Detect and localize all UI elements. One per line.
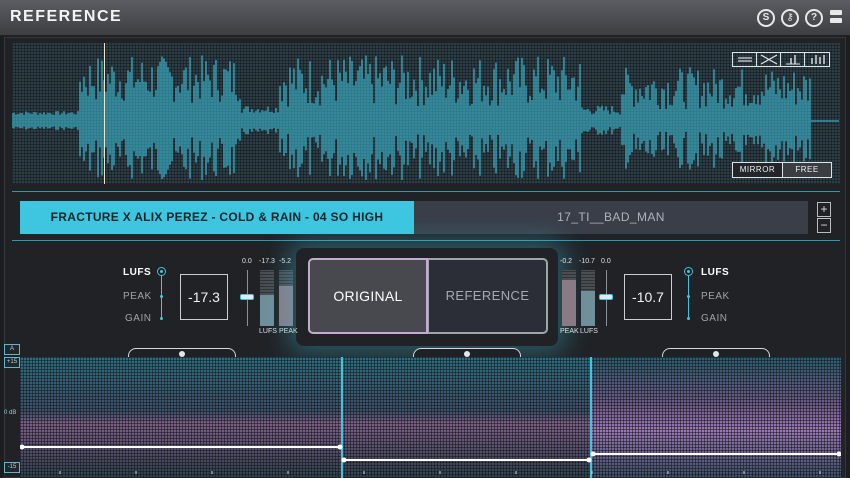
- reference-button[interactable]: REFERENCE: [428, 258, 548, 334]
- key-icon[interactable]: ⚷: [781, 9, 799, 27]
- track-original[interactable]: FRACTURE X ALIX PEREZ - COLD & RAIN - 04…: [20, 201, 414, 234]
- left-meter-label-lufs: LUFS: [259, 328, 277, 335]
- playhead[interactable]: [104, 43, 105, 184]
- left-mode-peak[interactable]: PEAK: [123, 291, 152, 302]
- left-level-value[interactable]: -17.3: [180, 274, 228, 320]
- left-gain-scale: 0.0: [242, 258, 252, 265]
- left-meter-value-peak: -5.2: [279, 258, 292, 265]
- remove-track-button[interactable]: −: [817, 218, 831, 233]
- left-gain-slider[interactable]: [240, 294, 254, 300]
- waveform-display: [12, 55, 839, 180]
- help-icon[interactable]: ?: [805, 9, 823, 27]
- small-bars-icon[interactable]: [781, 53, 805, 66]
- title-bar: REFERENCE S ⚷ ?: [0, 0, 850, 36]
- left-mode-selector[interactable]: [157, 267, 166, 276]
- right-mode-dot: [687, 295, 690, 298]
- left-mode-dot: [160, 295, 163, 298]
- divider: [12, 191, 840, 192]
- lane-point: [586, 457, 592, 463]
- match-lanes[interactable]: [20, 357, 841, 478]
- scale-bottom-label: -15: [4, 462, 20, 473]
- add-track-button[interactable]: +: [817, 202, 831, 217]
- free-button[interactable]: FREE: [783, 163, 831, 177]
- waveform-panel[interactable]: [12, 43, 840, 184]
- track-reference[interactable]: 17_TI__BAD_MAN: [414, 201, 808, 234]
- right-mode-peak[interactable]: PEAK: [701, 291, 730, 302]
- right-level-value[interactable]: -10.7: [624, 274, 672, 320]
- right-meter-label-lufs: LUFS: [580, 328, 598, 335]
- scale-top-label: +15: [4, 357, 20, 368]
- lane-point: [341, 457, 347, 463]
- right-lufs-meter: [581, 270, 595, 326]
- right-mode-gain[interactable]: GAIN: [701, 313, 727, 324]
- large-bars-icon[interactable]: [805, 53, 829, 66]
- left-mode-dot: [160, 317, 163, 320]
- menu-icon[interactable]: [830, 10, 842, 24]
- right-meter-value-peak: -0.2: [560, 258, 573, 265]
- align-view-icon[interactable]: [733, 53, 757, 66]
- left-meter-value-lufs: -17.3: [259, 258, 275, 265]
- waveform-view-buttons: [732, 52, 830, 67]
- left-meter-label-peak: PEAK: [279, 328, 298, 335]
- lane-point: [590, 451, 596, 457]
- right-meter-label-peak: PEAK: [560, 328, 579, 335]
- left-mode-gain[interactable]: GAIN: [125, 313, 151, 324]
- divider: [12, 240, 840, 241]
- right-gain-scale: 0.0: [601, 258, 611, 265]
- lane-point: [337, 444, 343, 450]
- right-meter-value-lufs: -10.7: [579, 258, 595, 265]
- right-mode-lufs[interactable]: LUFS: [701, 267, 729, 278]
- zero-db-label: 0 dB: [4, 410, 17, 416]
- waveform-mode-buttons: MIRROR FREE: [732, 162, 832, 178]
- app-title: REFERENCE: [10, 8, 123, 25]
- s-icon[interactable]: S: [757, 9, 775, 27]
- right-peak-meter: [562, 270, 576, 326]
- left-peak-meter: [279, 270, 293, 326]
- right-mode-dot: [687, 317, 690, 320]
- left-mode-lufs[interactable]: LUFS: [123, 267, 151, 278]
- right-mode-selector[interactable]: [684, 267, 693, 276]
- right-gain-slider[interactable]: [599, 294, 613, 300]
- left-lufs-meter: [260, 270, 274, 326]
- cross-view-icon[interactable]: [757, 53, 781, 66]
- mirror-button[interactable]: MIRROR: [733, 163, 783, 177]
- original-button[interactable]: ORIGINAL: [308, 258, 428, 334]
- auto-badge[interactable]: A: [4, 344, 20, 355]
- lanes-display: [20, 357, 841, 478]
